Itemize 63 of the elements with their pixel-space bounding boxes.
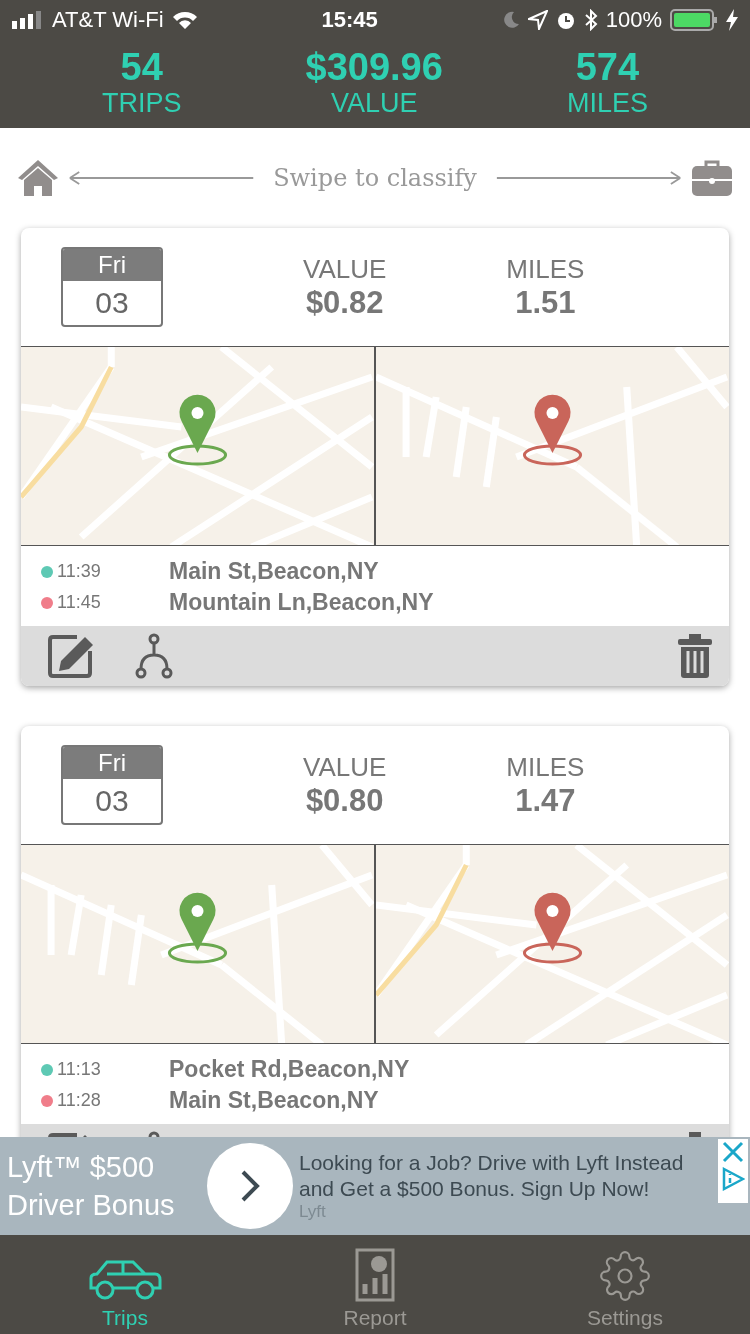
map-pin-icon bbox=[522, 394, 583, 466]
battery-icon bbox=[670, 9, 718, 31]
edit-icon[interactable] bbox=[47, 633, 95, 679]
alarm-clock-icon bbox=[555, 10, 576, 30]
stop-time: 11:13 bbox=[57, 1059, 102, 1080]
arrow-icon bbox=[494, 170, 682, 186]
summary-label: TRIPS bbox=[102, 88, 182, 118]
battery-percent: 100% bbox=[605, 7, 662, 33]
ad-info-icon bbox=[721, 1167, 745, 1191]
wifi-icon bbox=[171, 10, 198, 30]
summary-label: MILES bbox=[566, 88, 648, 118]
trip-miles: 1.51 bbox=[515, 284, 576, 321]
moon-icon bbox=[501, 11, 520, 29]
location-arrow-icon bbox=[527, 10, 548, 30]
summary-value: 54 bbox=[120, 46, 163, 88]
arrow-icon bbox=[68, 170, 256, 186]
summary-label: VALUE bbox=[330, 88, 418, 118]
trip-card[interactable]: Fri 03 VALUE $0.82 MILES 1.51 11:39 Main St,Beacon,NY 11:45 Mountain Ln,Beacon,NY bbox=[21, 228, 729, 686]
charging-bolt-icon bbox=[726, 9, 738, 31]
miles-label: MILES bbox=[506, 751, 585, 783]
tab-bar-item[interactable]: Report bbox=[250, 1235, 500, 1334]
carrier-label: AT&T Wi-Fi bbox=[52, 7, 164, 33]
value-label: VALUE bbox=[303, 253, 387, 285]
car-icon bbox=[87, 1258, 163, 1302]
trip-miles: 1.47 bbox=[515, 782, 576, 819]
summary-value: 574 bbox=[575, 46, 640, 88]
bluetooth-icon bbox=[583, 9, 598, 31]
stop-address: Pocket Rd,Beacon,NY bbox=[169, 1056, 410, 1083]
map-pin-icon bbox=[167, 394, 228, 466]
map-pin-icon bbox=[522, 892, 583, 964]
trip-value: $0.80 bbox=[305, 782, 384, 819]
briefcase-icon bbox=[690, 158, 734, 198]
tab-bar-item[interactable]: Settings bbox=[500, 1235, 750, 1334]
trip-card[interactable]: Fri 03 VALUE $0.80 MILES 1.47 11:13 Pocket Rd,Beacon,NY 11:28 Main St,Beacon,NY bbox=[21, 726, 729, 1137]
trip-date: 03 bbox=[94, 783, 130, 819]
trip-date: 03 bbox=[94, 285, 130, 321]
stop-time: 11:28 bbox=[57, 1090, 102, 1111]
stop-address: Main St,Beacon,NY bbox=[169, 1087, 379, 1114]
signal-icon bbox=[12, 11, 44, 29]
trip-value: $0.82 bbox=[305, 284, 384, 321]
clock-time: 15:45 bbox=[321, 7, 378, 33]
miles-label: MILES bbox=[506, 253, 585, 285]
stop-time: 11:45 bbox=[57, 592, 102, 613]
trip-day: Fri bbox=[63, 747, 161, 779]
ad-text: Looking for a Job? Drive with Lyft Instead and Get a $500 Bonus. Sign Up Now! bbox=[299, 1150, 685, 1202]
map-pin-icon bbox=[167, 892, 228, 964]
home-icon bbox=[16, 158, 60, 198]
report-icon bbox=[355, 1248, 395, 1302]
value-label: VALUE bbox=[303, 751, 387, 783]
chevron-right-icon bbox=[240, 1169, 260, 1203]
trash-icon[interactable] bbox=[677, 633, 713, 679]
split-icon[interactable] bbox=[135, 633, 173, 679]
stop-time: 11:39 bbox=[57, 561, 102, 582]
stop-address: Mountain Ln,Beacon,NY bbox=[169, 589, 434, 616]
ad-headline: Lyft™ $500 Driver Bonus bbox=[6, 1150, 176, 1223]
summary-value: $309.96 bbox=[305, 46, 443, 88]
ad-close-button[interactable] bbox=[718, 1139, 748, 1203]
swipe-hint: Swipe to classify bbox=[272, 164, 478, 192]
settings-icon bbox=[599, 1250, 651, 1302]
tab-bar-item[interactable]: Trips bbox=[0, 1235, 250, 1334]
stop-address: Main St,Beacon,NY bbox=[169, 558, 379, 585]
trip-day: Fri bbox=[63, 249, 161, 281]
close-icon bbox=[722, 1141, 744, 1163]
